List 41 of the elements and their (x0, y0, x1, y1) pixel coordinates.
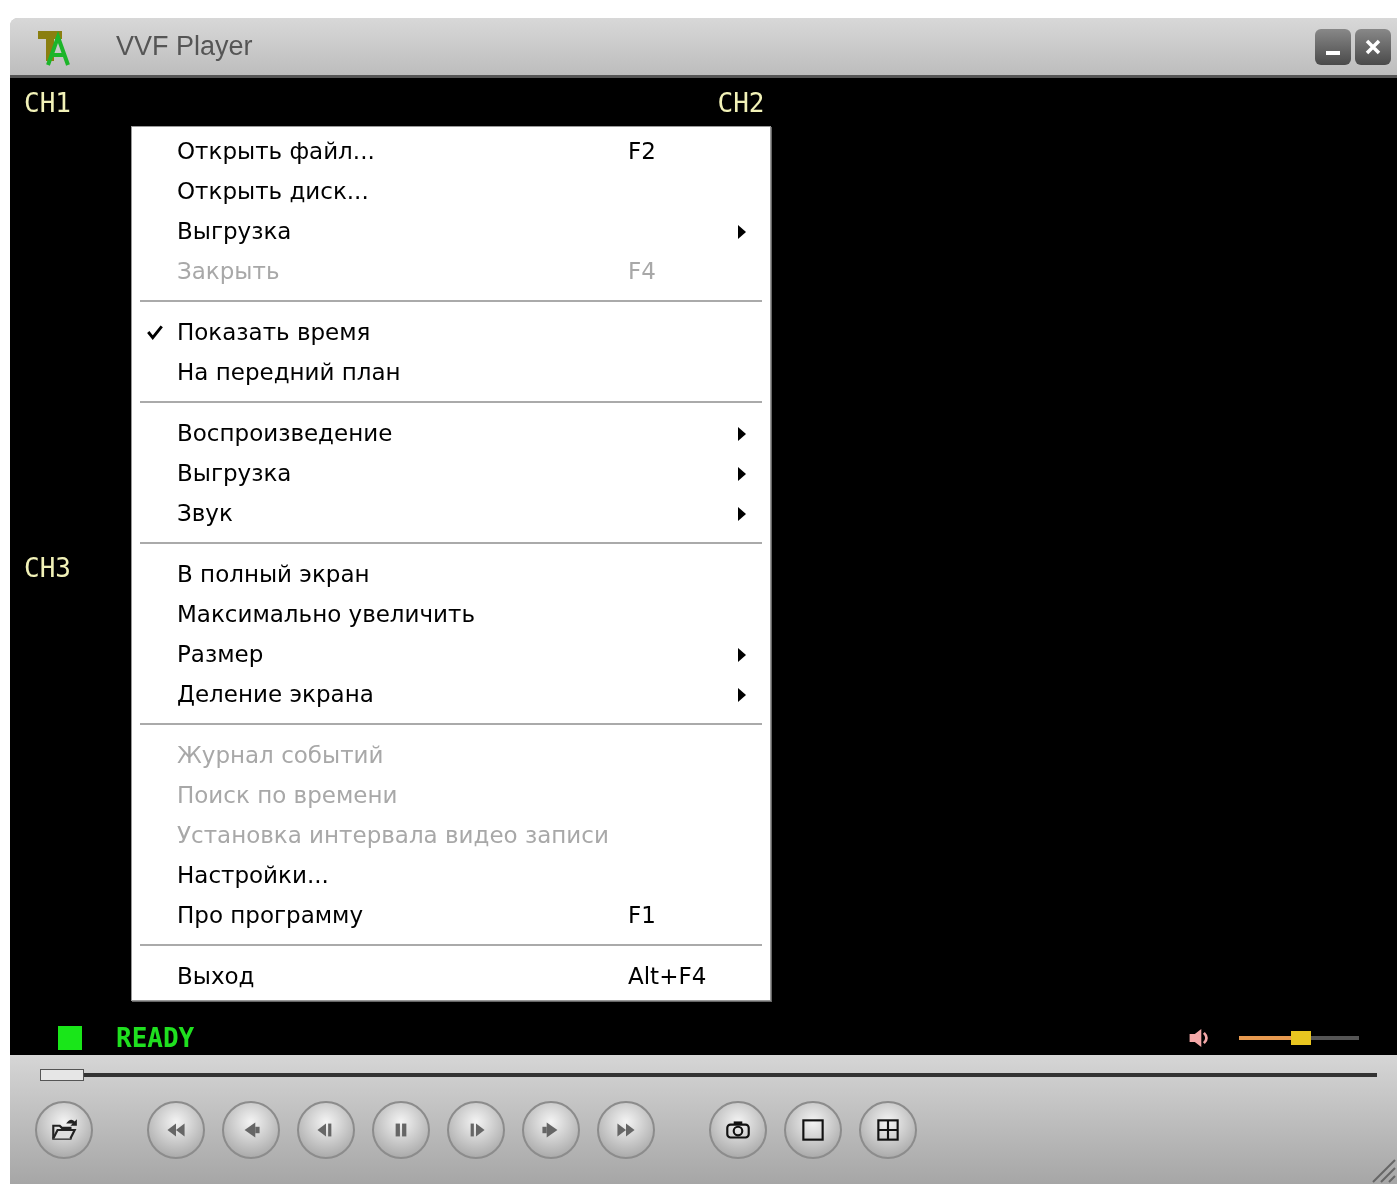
menu-item[interactable]: Максимально увеличить (132, 594, 770, 634)
submenu-arrow-icon (738, 427, 746, 441)
pause-button[interactable] (372, 1101, 430, 1159)
channel-label: CH2 (717, 88, 765, 118)
window-title: VVF Player (116, 31, 253, 62)
minimize-icon (1326, 50, 1340, 55)
menu-item[interactable]: Открыть файл... F2 (132, 131, 770, 171)
submenu-arrow-icon (738, 688, 746, 702)
minimize-button[interactable] (1315, 28, 1351, 65)
status-text: READY (116, 1023, 195, 1053)
checkmark-icon (145, 323, 164, 341)
submenu-arrow-icon (738, 648, 746, 662)
step-forward-button[interactable] (447, 1101, 505, 1159)
fast-rewind-button[interactable] (147, 1101, 205, 1159)
menu-item[interactable]: Звук (132, 493, 770, 533)
menu-item[interactable]: Про программу F1 (132, 895, 770, 935)
play-button[interactable] (522, 1101, 580, 1159)
close-button[interactable] (1355, 28, 1391, 65)
fast-forward-button[interactable] (597, 1101, 655, 1159)
rewind-button[interactable] (222, 1101, 280, 1159)
menu-item[interactable]: Воспроизведение (132, 413, 770, 453)
menu-item[interactable]: Настройки... (132, 855, 770, 895)
menu-item[interactable]: Выгрузка (132, 211, 770, 251)
menu-item[interactable]: Выход Alt+F4 (132, 956, 770, 996)
submenu-arrow-icon (738, 225, 746, 239)
menu-item[interactable]: Выгрузка (132, 453, 770, 493)
single-view-button[interactable] (784, 1101, 842, 1159)
menu-item[interactable]: Размер (132, 634, 770, 674)
menu-item[interactable]: На передний план (132, 352, 770, 392)
open-file-button[interactable] (35, 1101, 93, 1159)
submenu-arrow-icon (738, 467, 746, 481)
menu-item[interactable]: Показать время (132, 312, 770, 352)
menu-item[interactable]: Деление экрана (132, 674, 770, 714)
submenu-arrow-icon (738, 507, 746, 521)
menu-item[interactable]: Открыть диск... (132, 171, 770, 211)
step-back-button[interactable] (297, 1101, 355, 1159)
quad-view-button[interactable] (859, 1101, 917, 1159)
menu-item[interactable]: В полный экран (132, 554, 770, 594)
channel-label: CH1 (24, 88, 71, 118)
channel-label: CH3 (24, 553, 71, 583)
snapshot-button[interactable] (709, 1101, 767, 1159)
